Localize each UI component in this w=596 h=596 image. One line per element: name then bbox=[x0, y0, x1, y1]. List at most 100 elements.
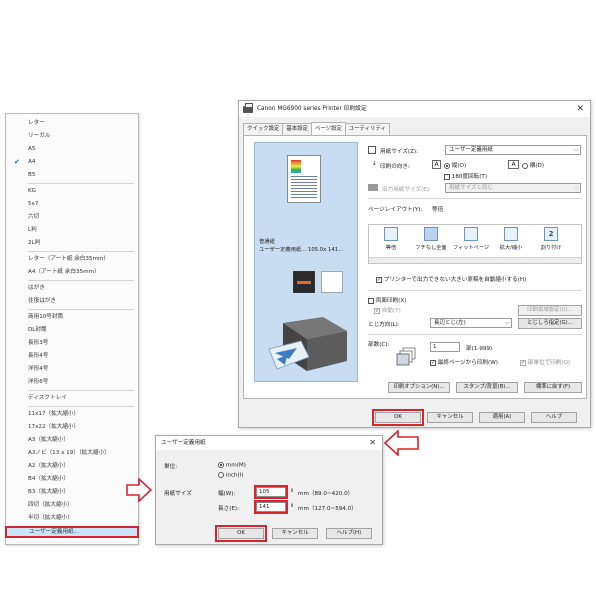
paper-size-option[interactable]: 洋形4号 bbox=[6, 363, 138, 375]
paper-size-option[interactable]: 半切（拡大縮小） bbox=[6, 512, 138, 524]
chevron-down-icon: ⌵ bbox=[505, 320, 509, 326]
paper-size-select[interactable]: ユーザー定義用紙 ⌵ bbox=[445, 145, 581, 155]
orientation-portrait-radio[interactable]: 縦(O) bbox=[444, 161, 466, 169]
stamp-background-button[interactable]: スタンプ/背景(B)... bbox=[456, 382, 518, 393]
tab-page-setup[interactable]: ページ設定 bbox=[310, 122, 346, 135]
paper-size-option[interactable]: B4（拡大縮小） bbox=[6, 473, 138, 485]
auto-duplex-checkbox[interactable]: 自動(Y) bbox=[374, 306, 401, 314]
layout-normal[interactable]: 等倍 bbox=[373, 227, 409, 251]
paper-size-option[interactable]: 5x7 bbox=[6, 198, 138, 210]
preview-image bbox=[291, 160, 301, 173]
help-button[interactable]: ヘルプ bbox=[531, 412, 577, 423]
paper-size-option[interactable]: 四切（拡大縮小） bbox=[6, 499, 138, 511]
portrait-radio-indicator bbox=[444, 162, 450, 169]
copies-value: 1 bbox=[433, 344, 437, 350]
unit-inch-radio[interactable]: inch(I) bbox=[218, 472, 244, 479]
close-icon[interactable]: ✕ bbox=[369, 436, 376, 450]
tab-quick-setup[interactable]: クイック設定 bbox=[243, 123, 284, 135]
close-icon[interactable]: ✕ bbox=[576, 101, 584, 117]
height-value: 141 bbox=[259, 504, 270, 510]
height-label: 長さ(E): bbox=[218, 506, 239, 512]
width-spinner-icon[interactable]: ⇕ bbox=[290, 488, 294, 494]
user-paper-size-label: 用紙サイズ bbox=[164, 491, 192, 497]
copies-icon bbox=[396, 347, 418, 369]
paper-size-option[interactable]: はがき bbox=[6, 282, 138, 294]
paper-size-option[interactable]: A4（アート紙 余白35mm） bbox=[6, 266, 138, 278]
print-area-settings-button[interactable]: 印刷領域設定(U)... bbox=[518, 305, 582, 316]
layout-borderless[interactable]: フチなし全面 bbox=[413, 227, 449, 251]
preview-media-type: 普通紙 bbox=[259, 239, 275, 245]
user-ok-button[interactable]: OK bbox=[215, 525, 267, 542]
paper-size-option-label: ディスクトレイ bbox=[28, 395, 67, 401]
unit-mm-indicator bbox=[218, 462, 224, 468]
copies-stepper[interactable]: 1 bbox=[430, 342, 460, 352]
dialog-titlebar: Canon MG6900 series Printer 印刷設定 ✕ bbox=[239, 101, 590, 117]
orientation-landscape-radio[interactable]: 横(D) bbox=[522, 161, 544, 169]
collate-label: 部単位で印刷(O) bbox=[527, 360, 571, 366]
paper-size-option[interactable]: 長形3号 bbox=[6, 337, 138, 349]
user-dialog-title: ユーザー定義用紙 bbox=[161, 440, 206, 446]
layout-scaled[interactable]: 拡大/縮小 bbox=[493, 227, 529, 251]
user-help-button[interactable]: ヘルプ(H) bbox=[326, 528, 372, 539]
output-size-select[interactable]: 用紙サイズと同じ ⌵ bbox=[445, 183, 581, 193]
duplex-checkbox[interactable]: 両面印刷(X) bbox=[368, 296, 406, 304]
cancel-button[interactable]: キャンセル bbox=[427, 412, 473, 423]
paper-size-option[interactable]: KG bbox=[6, 185, 138, 197]
paper-size-dropdown-list[interactable]: レター リーガル A5 ✔ A4 B5 KG 5x7 六切 L判 2L判レター（アート紙 余白35m… bbox=[5, 113, 139, 545]
print-options-button[interactable]: 印刷オプション(N)... bbox=[388, 382, 450, 393]
auto-duplex-box bbox=[374, 307, 380, 314]
layout-fit-icon bbox=[464, 227, 478, 241]
paper-size-option-label: A2（拡大縮小） bbox=[28, 463, 69, 469]
height-spinner-icon[interactable]: ⇕ bbox=[290, 503, 294, 509]
binding-margin-button[interactable]: とじしろ指定(G)... bbox=[518, 318, 582, 329]
apply-button[interactable]: 適用(A) bbox=[479, 412, 525, 423]
paper-size-option-label: 洋形6号 bbox=[28, 379, 49, 385]
height-field[interactable]: 141 bbox=[254, 500, 288, 514]
paper-size-option[interactable]: A3ノビ（13 x 19）（拡大縮小） bbox=[6, 447, 138, 459]
paper-size-option[interactable]: 商用10号封筒 bbox=[6, 311, 138, 323]
layout-scrollbar[interactable] bbox=[369, 257, 581, 263]
paper-size-option[interactable]: リーガル bbox=[6, 130, 138, 142]
paper-size-option[interactable]: 長形4号 bbox=[6, 350, 138, 362]
unit-mm-radio[interactable]: mm(M) bbox=[218, 462, 246, 469]
list-separator bbox=[28, 309, 134, 310]
paper-size-option-label: A4 bbox=[28, 159, 36, 165]
paper-size-option[interactable]: 六切 bbox=[6, 211, 138, 223]
paper-size-option[interactable]: A2（拡大縮小） bbox=[6, 460, 138, 472]
ok-button[interactable]: OK bbox=[372, 409, 424, 426]
rotate180-checkbox[interactable]: 180度回転(T) bbox=[444, 172, 487, 180]
binding-label: とじ方向(L): bbox=[368, 322, 400, 328]
layout-fit-page[interactable]: フィットページ bbox=[453, 227, 489, 251]
defaults-button[interactable]: 標準に戻す(F) bbox=[524, 382, 582, 393]
paper-size-option[interactable]: B3（拡大縮小） bbox=[6, 486, 138, 498]
paper-size-option[interactable]: 17x22（拡大縮小） bbox=[6, 421, 138, 433]
user-cancel-button[interactable]: キャンセル bbox=[272, 528, 318, 539]
layout-scaled-label: 拡大/縮小 bbox=[499, 245, 523, 251]
auto-shrink-checkbox[interactable]: プリンターで出力できない大きい原稿を自動縮小する(H) bbox=[376, 275, 526, 283]
paper-size-option[interactable]: レター bbox=[6, 117, 138, 129]
binding-select[interactable]: 長辺とじ(左) ⌵ bbox=[430, 318, 512, 328]
layout-page-layout[interactable]: 2 割り付け bbox=[533, 227, 569, 251]
reverse-order-box bbox=[430, 359, 436, 366]
reverse-order-checkbox[interactable]: 最終ページから印刷(W) bbox=[430, 358, 498, 366]
tab-main[interactable]: 基本設定 bbox=[282, 123, 312, 135]
paper-size-option[interactable]: L判 bbox=[6, 224, 138, 236]
paper-size-option[interactable]: 洋形6号 bbox=[6, 376, 138, 388]
paper-size-option[interactable]: A3（拡大縮小） bbox=[6, 434, 138, 446]
paper-size-option[interactable]: DL封筒 bbox=[6, 324, 138, 336]
preview-paper-size: ユーザー定義用紙... 105.0x 141... bbox=[259, 247, 344, 253]
paper-size-option[interactable]: 2L判 bbox=[6, 237, 138, 249]
collate-checkbox[interactable]: 部単位で印刷(O) bbox=[520, 358, 570, 366]
paper-size-option[interactable]: B5 bbox=[6, 169, 138, 181]
width-field[interactable]: 105 bbox=[254, 485, 288, 499]
paper-size-option[interactable]: 11x17（拡大縮小） bbox=[6, 408, 138, 420]
paper-size-option[interactable]: ✔ A4 bbox=[6, 156, 138, 168]
paper-size-option-label: B5 bbox=[28, 172, 36, 178]
tab-maintenance[interactable]: ユーティリティ bbox=[344, 123, 390, 135]
paper-size-option[interactable]: 往復はがき bbox=[6, 295, 138, 307]
divider bbox=[368, 334, 582, 335]
paper-size-option[interactable]: レター（アート紙 余白35mm） bbox=[6, 253, 138, 265]
paper-size-option[interactable]: A5 bbox=[6, 143, 138, 155]
paper-size-option-user-defined[interactable]: ユーザー定義用紙... bbox=[5, 526, 139, 538]
paper-size-option[interactable]: ディスクトレイ bbox=[6, 392, 138, 404]
